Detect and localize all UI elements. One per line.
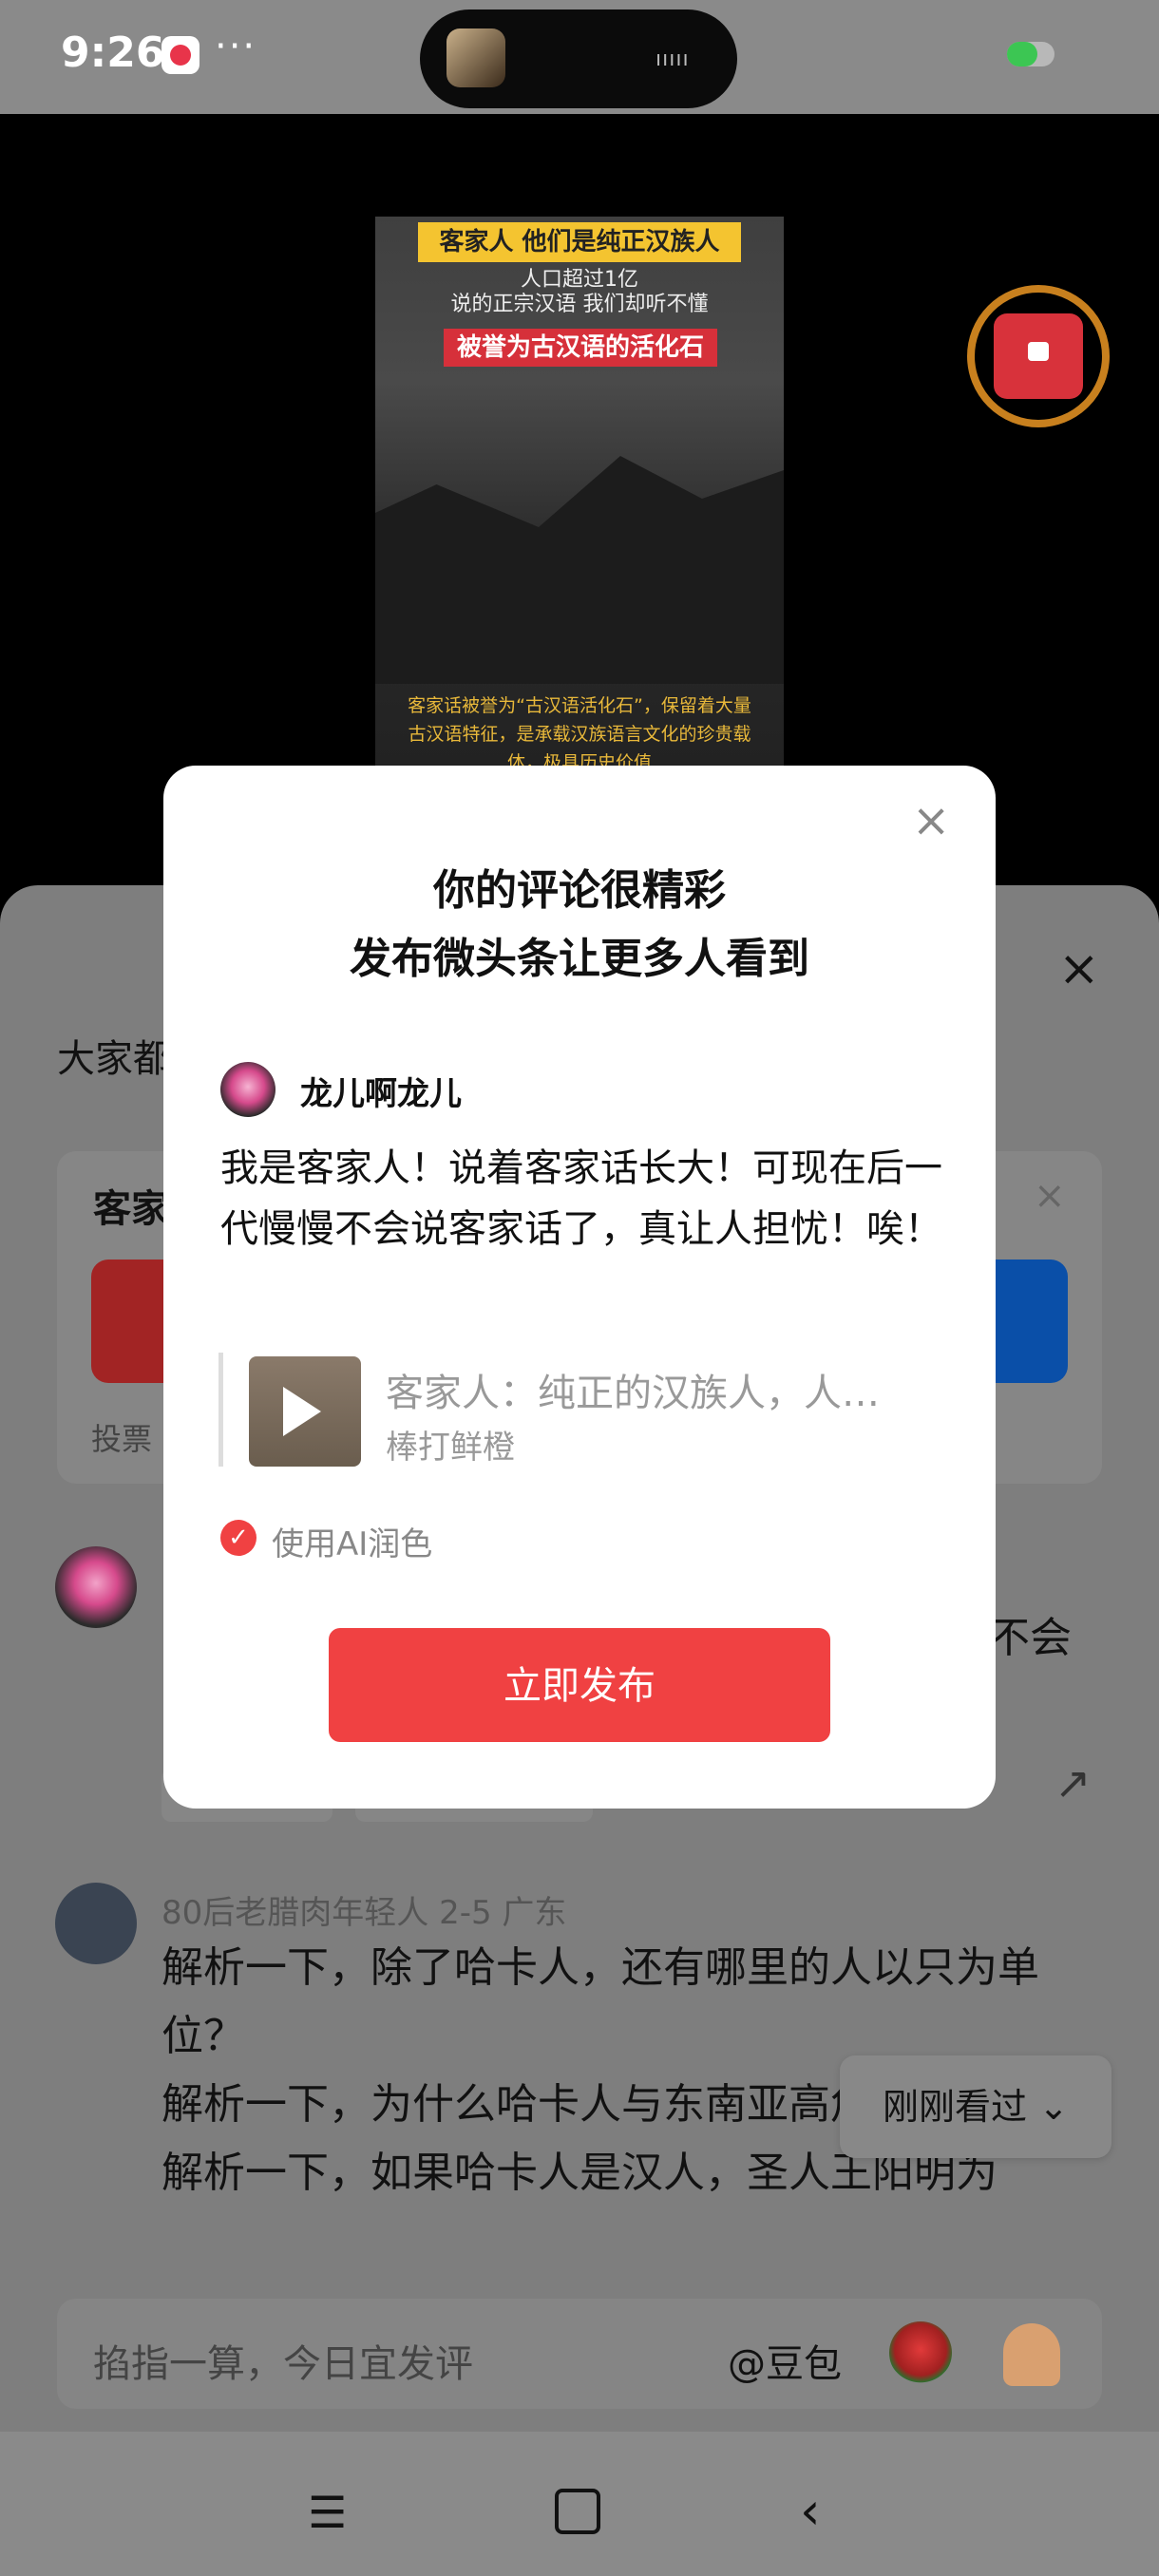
share-icon[interactable]: ↗ bbox=[1054, 1757, 1092, 1809]
rose-emoji-icon[interactable] bbox=[889, 2321, 952, 2384]
quoted-video-title: 客家人：纯正的汉族人，人… bbox=[386, 1372, 880, 1415]
vote-close-icon[interactable]: × bbox=[1034, 1174, 1066, 1218]
comment-preview: 我是客家人！说着客家话长大！可现在后一代慢慢不会说客家话了，真让人担忧！唉！ bbox=[220, 1146, 942, 1251]
back-icon[interactable]: ‹ bbox=[800, 2481, 821, 2541]
video-subtitle-line2: 说的正宗汉语 我们却听不懂 bbox=[450, 293, 709, 316]
ai-polish-label[interactable]: 使用AI润色 bbox=[272, 1518, 432, 1564]
battery-icon bbox=[1007, 42, 1054, 66]
quoted-video-author: 棒打鲜橙 bbox=[386, 1429, 515, 1467]
comment-input-placeholder: 掐指一算，今日宜发评 bbox=[93, 2342, 473, 2386]
comment-meta: 80后老腊肉年轻人 2-5 广东 bbox=[162, 1894, 567, 1932]
avatar[interactable] bbox=[55, 1546, 137, 1628]
more-notifications-icon: ··· bbox=[215, 25, 257, 68]
status-time: 9:26 bbox=[61, 28, 165, 77]
video-caption: 客家话被誉为“古汉语活化石”，保留着大量古汉语特征，是承载汉族语言文化的珍贵载体… bbox=[408, 695, 751, 773]
username: 龙儿啊龙儿 bbox=[300, 1075, 462, 1113]
dialog-title-line2: 发布微头条让更多人看到 bbox=[350, 935, 809, 983]
audio-wave-icon: ııııı bbox=[656, 47, 690, 71]
vote-footer: 投票 bbox=[91, 1421, 153, 1457]
checkbox-checked-icon[interactable]: ✓ bbox=[220, 1520, 256, 1556]
vote-title: 客家 bbox=[93, 1187, 169, 1231]
quote-divider bbox=[218, 1353, 223, 1467]
avatar[interactable] bbox=[55, 1883, 137, 1964]
comment-text-fragment: 不会 bbox=[988, 1614, 1072, 1662]
user-avatar bbox=[220, 1062, 276, 1117]
recently-viewed-button[interactable]: 刚刚看过 ⌄ bbox=[840, 2055, 1112, 2158]
sheet-close-icon[interactable]: × bbox=[1058, 940, 1100, 997]
app-notification-icon bbox=[162, 36, 200, 74]
pray-emoji-icon[interactable] bbox=[1003, 2323, 1060, 2386]
play-icon bbox=[283, 1387, 321, 1436]
dialog-title-line1: 你的评论很精彩 bbox=[433, 866, 726, 915]
video-highlight: 被誉为古汉语的活化石 bbox=[444, 329, 717, 367]
red-packet-icon[interactable] bbox=[994, 313, 1083, 399]
home-icon[interactable] bbox=[555, 2489, 600, 2534]
sheet-heading: 大家都 bbox=[57, 1037, 171, 1081]
publish-button[interactable]: 立即发布 bbox=[329, 1628, 830, 1742]
video-title-badge: 客家人 他们是纯正汉族人 bbox=[418, 222, 741, 262]
mention-doubao-button[interactable]: @豆包 bbox=[728, 2333, 842, 2388]
dialog-title: 你的评论很精彩 发布微头条让更多人看到 bbox=[163, 857, 996, 994]
close-icon[interactable]: × bbox=[912, 798, 950, 843]
video-subtitle-line1: 人口超过1亿 bbox=[521, 268, 638, 292]
now-playing-thumbnail bbox=[446, 28, 505, 87]
video-subtitle: 人口超过1亿 说的正宗汉语 我们却听不懂 bbox=[375, 268, 784, 317]
recent-apps-icon[interactable]: ☰ bbox=[308, 2487, 347, 2538]
